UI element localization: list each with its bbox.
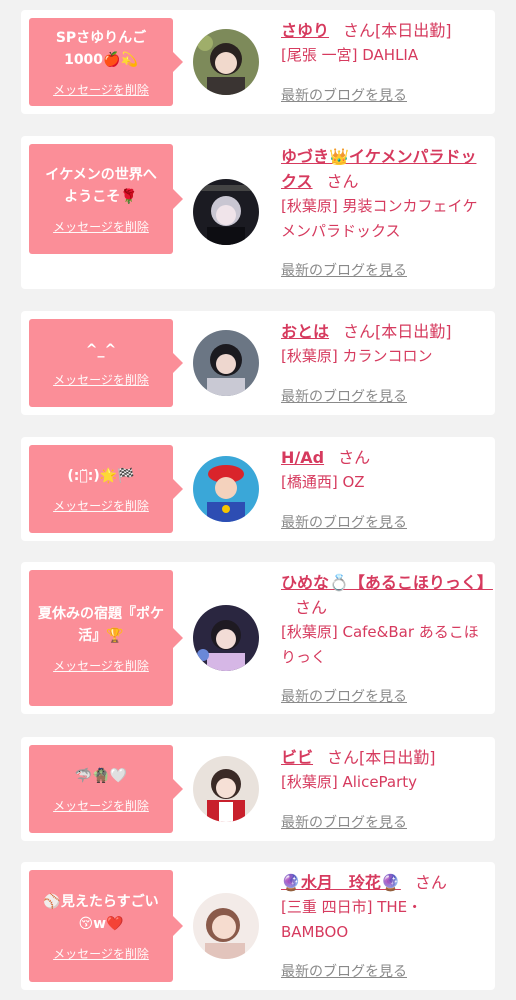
cast-info: H/Ad さん [橋通西] OZ: [281, 445, 487, 495]
message-text: ^_^: [85, 341, 117, 358]
delete-message-link[interactable]: メッセージを削除: [53, 371, 149, 388]
honorific: さん: [295, 598, 328, 617]
shop-name: [秋葉原] Cafe&Bar あるこほりっく: [281, 623, 479, 666]
honorific: さん: [414, 873, 447, 892]
latest-blog-link[interactable]: 最新のブログを見る: [281, 386, 407, 406]
message-bubble: イケメンの世界へ ようこそ🌹 メッセージを削除: [29, 144, 183, 254]
shop-name: [秋葉原] 男装コンカフェイケメンパラドックス: [281, 197, 478, 240]
avatar[interactable]: [193, 893, 259, 959]
cast-name-link[interactable]: H/Ad: [281, 448, 324, 467]
work-status: [本日出勤]: [359, 748, 436, 767]
message-text: 夏休みの宿題『ポケ活』🏆: [38, 605, 164, 644]
cast-card: (:ꈍ̆:)🌟🏁 メッセージを削除 H/Ad さん [橋通西] OZ 最新のブログ…: [21, 437, 495, 541]
cast-info: 🔮水月 玲花🔮 さん [三重 四日市] THE・BAMBOO: [281, 870, 487, 945]
work-status: [本日出勤]: [375, 322, 452, 341]
latest-blog-link[interactable]: 最新のブログを見る: [281, 686, 407, 706]
avatar[interactable]: [193, 29, 259, 95]
shop-name: [三重 四日市] THE・BAMBOO: [281, 898, 423, 941]
message-bubble: ⚾見えたらすごい 😚w❤️ メッセージを削除: [29, 870, 183, 982]
cast-info: さゆり さん[本日出勤] [尾張 一宮] DAHLIA: [281, 18, 487, 68]
message-bubble: 夏休みの宿題『ポケ活』🏆 メッセージを削除: [29, 570, 183, 706]
cast-name-link[interactable]: ゆづき👑イケメンパラドックス: [281, 147, 476, 191]
cast-card: イケメンの世界へ ようこそ🌹 メッセージを削除 ゆづき👑イケメンパラドックス さん…: [21, 136, 495, 289]
message-text: 🦈🧌🤍: [74, 767, 128, 784]
delete-message-link[interactable]: メッセージを削除: [53, 657, 149, 674]
delete-message-link[interactable]: メッセージを削除: [53, 945, 149, 962]
cast-card: SPさゆりんご 1000🍎💫 メッセージを削除 さゆり さん[本日出勤] [尾張 …: [21, 10, 495, 114]
message-bubble: 🦈🧌🤍 メッセージを削除: [29, 745, 183, 833]
cast-card: ⚾見えたらすごい 😚w❤️ メッセージを削除 🔮水月 玲花🔮 さん [三重 四日市…: [21, 862, 495, 990]
message-bubble: (:ꈍ̆:)🌟🏁 メッセージを削除: [29, 445, 183, 533]
delete-message-link[interactable]: メッセージを削除: [53, 81, 149, 98]
cast-name-link[interactable]: おとは: [281, 322, 329, 341]
cast-card: 夏休みの宿題『ポケ活』🏆 メッセージを削除 ひめな💍【あるこほりっく】さん [秋…: [21, 562, 495, 714]
shop-name: [橋通西] OZ: [281, 473, 365, 491]
message-text: ⚾見えたらすごい 😚w❤️: [43, 893, 159, 932]
message-text: (:ꈍ̆:)🌟🏁: [67, 467, 135, 484]
latest-blog-link[interactable]: 最新のブログを見る: [281, 512, 407, 532]
message-text: SPさゆりんご 1000🍎💫: [55, 29, 147, 68]
avatar[interactable]: [193, 756, 259, 822]
cast-info: ビビ さん[本日出勤] [秋葉原] AliceParty: [281, 745, 487, 795]
message-text: イケメンの世界へ ようこそ🌹: [45, 166, 157, 205]
message-bubble: SPさゆりんご 1000🍎💫 メッセージを削除: [29, 18, 183, 106]
avatar[interactable]: [193, 179, 259, 245]
avatar[interactable]: [193, 330, 259, 396]
avatar[interactable]: [193, 456, 259, 522]
cast-info: ゆづき👑イケメンパラドックス さん [秋葉原] 男装コンカフェイケメンパラドックス: [281, 144, 487, 244]
work-status: [本日出勤]: [375, 21, 452, 40]
avatar[interactable]: [193, 605, 259, 671]
cast-card: 🦈🧌🤍 メッセージを削除 ビビ さん[本日出勤] [秋葉原] AliceParty…: [21, 737, 495, 841]
honorific: さん: [326, 172, 359, 191]
cast-info: ひめな💍【あるこほりっく】さん [秋葉原] Cafe&Bar あるこほりっく: [281, 570, 493, 670]
latest-blog-link[interactable]: 最新のブログを見る: [281, 85, 407, 105]
honorific: さん: [327, 748, 360, 767]
cast-info: おとは さん[本日出勤] [秋葉原] カランコロン: [281, 319, 487, 369]
honorific: さん: [343, 21, 376, 40]
message-bubble: ^_^ メッセージを削除: [29, 319, 183, 407]
cast-name-link[interactable]: さゆり: [281, 21, 329, 40]
shop-name: [秋葉原] AliceParty: [281, 773, 418, 791]
honorific: さん: [343, 322, 376, 341]
shop-name: [秋葉原] カランコロン: [281, 347, 433, 365]
cast-name-link[interactable]: ひめな💍【あるこほりっく】: [281, 573, 493, 592]
favorite-cast-list: SPさゆりんご 1000🍎💫 メッセージを削除 さゆり さん[本日出勤] [尾張 …: [0, 0, 516, 1000]
latest-blog-link[interactable]: 最新のブログを見る: [281, 961, 407, 981]
cast-name-link[interactable]: 🔮水月 玲花🔮: [281, 873, 401, 892]
delete-message-link[interactable]: メッセージを削除: [53, 797, 149, 814]
shop-name: [尾張 一宮] DAHLIA: [281, 46, 419, 64]
cast-card: ^_^ メッセージを削除 おとは さん[本日出勤] [秋葉原] カランコロン 最新…: [21, 311, 495, 415]
cast-name-link[interactable]: ビビ: [281, 748, 313, 767]
latest-blog-link[interactable]: 最新のブログを見る: [281, 812, 407, 832]
delete-message-link[interactable]: メッセージを削除: [53, 497, 149, 514]
latest-blog-link[interactable]: 最新のブログを見る: [281, 260, 407, 280]
honorific: さん: [338, 448, 371, 467]
delete-message-link[interactable]: メッセージを削除: [53, 218, 149, 235]
